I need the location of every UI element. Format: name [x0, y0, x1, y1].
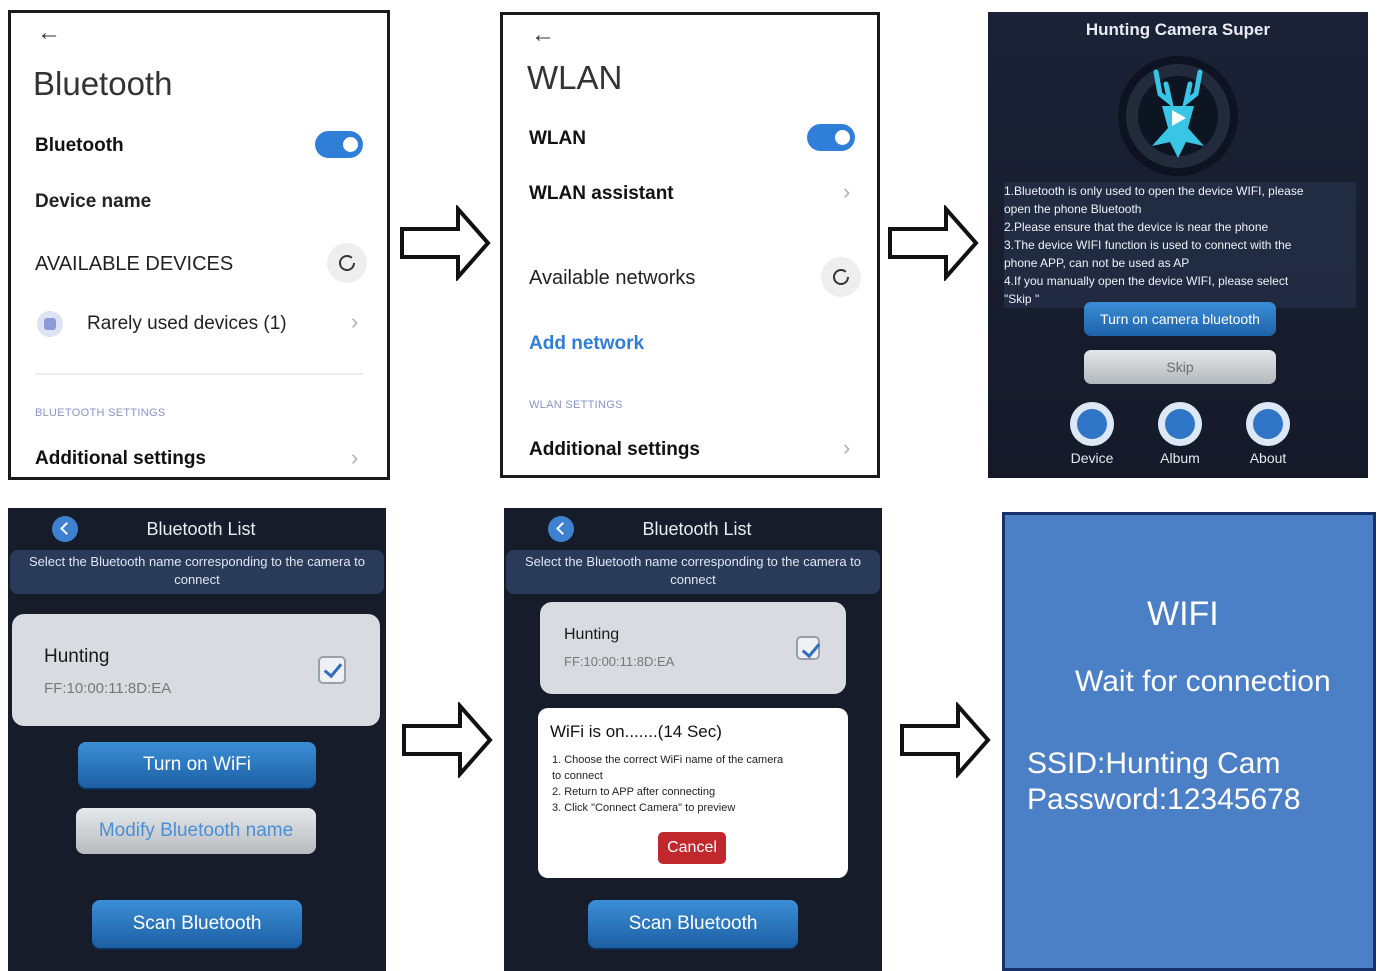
- cancel-button[interactable]: Cancel: [658, 832, 726, 864]
- app-title: Hunting Camera Super: [1085, 20, 1271, 39]
- refresh-button[interactable]: [821, 257, 861, 297]
- page-title: WLAN: [527, 59, 623, 96]
- bluetooth-list-screen-2: Bluetooth List Select the Bluetooth name…: [504, 508, 882, 971]
- bluetooth-settings-screen: ← Bluetooth Bluetooth Device name AVAILA…: [8, 10, 390, 480]
- password-text: Password:12345678: [1027, 783, 1301, 816]
- device-mac: FF:10:00:11:8D:EA: [564, 654, 675, 669]
- device-name-row[interactable]: Device name: [35, 191, 151, 213]
- chevron-right-icon: ›: [351, 309, 359, 334]
- device-checkbox[interactable]: [318, 656, 346, 684]
- nav-label-album[interactable]: Album: [1140, 450, 1220, 466]
- wlan-assistant-row[interactable]: WLAN assistant: [529, 183, 674, 205]
- add-network-link[interactable]: Add network: [529, 333, 644, 355]
- modify-bluetooth-name-button[interactable]: Modify Bluetooth name: [76, 808, 316, 854]
- screen-title: Bluetooth List: [146, 519, 256, 539]
- dialog-instructions: 1. Choose the correct WiFi name of the c…: [552, 754, 784, 814]
- additional-settings-row[interactable]: Additional settings: [35, 448, 206, 470]
- hunting-camera-main-screen: Hunting Camera Super 1.Bluetooth is only…: [988, 12, 1368, 478]
- wifi-on-dialog: WiFi is on.......(14 Sec) 1. Choose the …: [538, 708, 848, 878]
- scan-bluetooth-button[interactable]: Scan Bluetooth: [92, 900, 302, 948]
- deer-logo-icon: [1118, 56, 1238, 176]
- back-arrow-icon[interactable]: ←: [531, 23, 555, 47]
- turn-on-camera-bluetooth-button[interactable]: Turn on camera bluetooth: [1084, 302, 1276, 336]
- device-card[interactable]: Hunting FF:10:00:11:8D:EA: [12, 614, 380, 726]
- wifi-title: WIFI: [1147, 595, 1219, 633]
- skip-button[interactable]: Skip: [1084, 350, 1276, 384]
- screen-title: Bluetooth List: [642, 519, 752, 539]
- wlan-settings-screen: ← WLAN WLAN WLAN assistant › Available n…: [500, 12, 880, 478]
- connection-status: Wait for connection: [1075, 665, 1331, 698]
- device-mac: FF:10:00:11:8D:EA: [44, 680, 172, 697]
- refresh-button[interactable]: [327, 243, 367, 283]
- section-header: BLUETOOTH SETTINGS: [35, 407, 166, 419]
- refresh-icon: [339, 255, 355, 271]
- info-text: 1.Bluetooth is only used to open the dev…: [1004, 182, 1356, 308]
- dialog-title: WiFi is on.......(14 Sec): [550, 722, 722, 741]
- bluetooth-toggle-label: Bluetooth: [35, 135, 124, 156]
- nav-label-device[interactable]: Device: [1052, 450, 1132, 466]
- wlan-toggle-label: WLAN: [529, 128, 586, 149]
- nav-label-about[interactable]: About: [1228, 450, 1308, 466]
- instruction-banner: Select the Bluetooth name corresponding …: [506, 550, 880, 594]
- wifi-wait-screen: WIFI Wait for connection SSID:Hunting Ca…: [1002, 512, 1376, 971]
- rarely-used-devices-row[interactable]: Rarely used devices (1): [87, 313, 287, 335]
- chevron-right-icon: ›: [843, 179, 851, 204]
- page-title: Bluetooth: [33, 65, 173, 102]
- scan-bluetooth-button[interactable]: Scan Bluetooth: [588, 900, 798, 948]
- available-networks-header: Available networks: [529, 267, 696, 289]
- available-devices-header: AVAILABLE DEVICES: [35, 253, 234, 275]
- instruction-banner: Select the Bluetooth name corresponding …: [10, 550, 384, 594]
- device-card[interactable]: Hunting FF:10:00:11:8D:EA: [540, 602, 846, 694]
- chevron-right-icon: ›: [351, 445, 359, 470]
- bluetooth-list-screen-1: Bluetooth List Select the Bluetooth name…: [8, 508, 386, 971]
- about-nav-icon[interactable]: [1246, 402, 1290, 446]
- additional-settings-row[interactable]: Additional settings: [529, 439, 700, 461]
- device-nav-icon[interactable]: [1070, 402, 1114, 446]
- refresh-icon: [833, 269, 849, 285]
- arrow-right-icon: [900, 702, 991, 778]
- arrow-right-icon: [402, 702, 493, 778]
- back-button[interactable]: [52, 516, 78, 542]
- bluetooth-toggle[interactable]: [315, 131, 363, 158]
- section-header: WLAN SETTINGS: [529, 399, 623, 411]
- back-button[interactable]: [548, 516, 574, 542]
- arrow-right-icon: [400, 205, 491, 281]
- device-name: Hunting: [44, 646, 110, 667]
- ssid-text: SSID:Hunting Cam: [1027, 747, 1281, 780]
- arrow-right-icon: [888, 205, 979, 281]
- wlan-toggle[interactable]: [807, 124, 855, 151]
- back-arrow-icon[interactable]: ←: [37, 21, 61, 45]
- album-nav-icon[interactable]: [1158, 402, 1202, 446]
- turn-on-wifi-button[interactable]: Turn on WiFi: [78, 742, 316, 788]
- device-checkbox[interactable]: [796, 636, 820, 660]
- device-icon: [37, 311, 63, 337]
- divider: [35, 373, 363, 375]
- chevron-right-icon: ›: [843, 435, 851, 460]
- device-name: Hunting: [564, 626, 620, 643]
